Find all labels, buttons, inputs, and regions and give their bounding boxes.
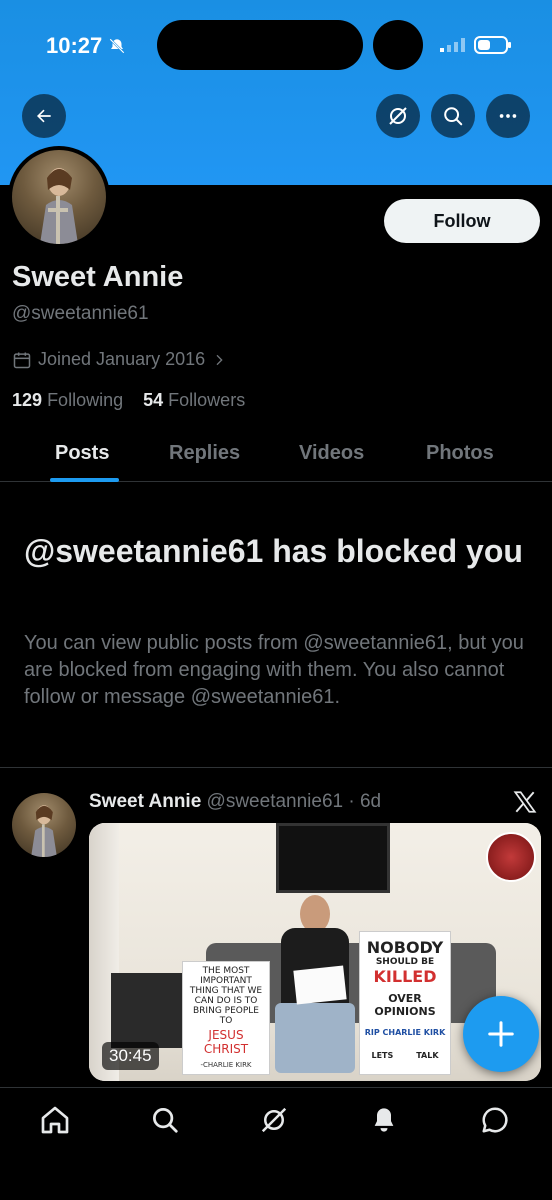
- sign-right: NOBODY SHOULD BE KILLED OVER OPINIONS RI…: [359, 931, 451, 1075]
- joined-label: Joined January 2016: [38, 349, 206, 369]
- blocked-description: You can view public posts from @sweetann…: [24, 632, 524, 708]
- following-link[interactable]: 129 Following: [12, 390, 123, 410]
- post-avatar[interactable]: [12, 793, 76, 857]
- sign-right-line6b: TALK: [416, 1051, 439, 1060]
- nav-grok[interactable]: [257, 1103, 291, 1137]
- post-header: Sweet Annie @sweetannie61 · 6d: [89, 791, 381, 813]
- search-icon: [444, 107, 463, 126]
- compose-button[interactable]: [463, 996, 539, 1072]
- calendar-icon: [13, 352, 31, 368]
- sign-right-line4: OVER OPINIONS: [374, 992, 436, 1018]
- status-time: 10:27: [46, 33, 103, 58]
- tab-replies[interactable]: Replies: [169, 442, 240, 465]
- camera-cutout: [373, 20, 423, 70]
- bell-off-icon: [109, 38, 125, 54]
- divider: [0, 767, 552, 768]
- status-bar: 10:27: [0, 0, 552, 90]
- follow-counts: 129 Following 54 Followers: [12, 390, 245, 411]
- followers-link[interactable]: 54 Followers: [143, 390, 245, 410]
- following-count: 129: [12, 390, 43, 410]
- blocked-title: @sweetannie61 has blocked you: [24, 533, 523, 569]
- home-icon: [41, 1106, 69, 1134]
- sign-left-signature: -CHARLIE KIRK: [200, 1061, 252, 1069]
- arrow-left-icon: [37, 109, 51, 123]
- nav-notifications[interactable]: [367, 1103, 401, 1137]
- active-tab-indicator: [50, 478, 119, 482]
- followers-count: 54: [143, 390, 164, 410]
- avatar-image: [12, 150, 106, 244]
- sign-right-line2: SHOULD BE: [375, 957, 435, 967]
- grok-button[interactable]: [376, 94, 420, 138]
- following-label: Following: [47, 390, 124, 410]
- sign-right-line5: RIP CHARLIE KIRK: [364, 1028, 446, 1037]
- video-duration: 30:45: [102, 1042, 159, 1070]
- follow-button[interactable]: Follow: [384, 199, 540, 243]
- followers-label: Followers: [168, 390, 246, 410]
- display-name: Sweet Annie: [12, 261, 184, 293]
- dynamic-island: [157, 20, 363, 70]
- nav-messages[interactable]: [478, 1103, 512, 1137]
- wall-art: [276, 823, 390, 893]
- grok-icon: [261, 1107, 287, 1133]
- profile-avatar[interactable]: [8, 146, 110, 248]
- sign-left: THE MOST IMPORTANT THING THAT WE CAN DO …: [182, 961, 270, 1075]
- post-author-name[interactable]: Sweet Annie: [89, 791, 201, 812]
- sign-left-highlight: JESUS CHRIST: [203, 1028, 249, 1056]
- sign-right-line3: KILLED: [373, 967, 437, 986]
- x-logo-icon: [513, 791, 537, 813]
- post-meta: @sweetannie61 · 6d: [206, 791, 382, 812]
- sign-right-line1: NOBODY: [366, 938, 444, 957]
- more-button[interactable]: [486, 94, 530, 138]
- signal-icon: [440, 38, 465, 52]
- sign-right-line6a: LETS: [371, 1051, 394, 1060]
- plus-icon: [488, 1021, 514, 1047]
- back-button[interactable]: [22, 94, 66, 138]
- channel-logo-badge: [486, 832, 536, 882]
- profile-tabs: Posts Replies Videos Photos: [0, 430, 552, 482]
- battery-icon: [474, 36, 511, 54]
- chevron-right-icon: [216, 354, 223, 365]
- sign-left-text: THE MOST IMPORTANT THING THAT WE CAN DO …: [189, 966, 263, 1026]
- sign-right-line6: LETS TALK: [360, 1051, 450, 1060]
- nav-search[interactable]: [148, 1103, 182, 1137]
- search-button[interactable]: [431, 94, 475, 138]
- tab-posts[interactable]: Posts: [55, 442, 109, 465]
- profile-handle: @sweetannie61: [12, 303, 149, 324]
- joined-date[interactable]: Joined January 2016: [12, 349, 227, 370]
- more-icon: [499, 114, 517, 118]
- nav-home[interactable]: [38, 1103, 72, 1137]
- tab-videos[interactable]: Videos: [299, 442, 364, 465]
- search-icon: [153, 1108, 178, 1133]
- grok-icon: [389, 107, 407, 125]
- notifications-icon: [374, 1108, 394, 1132]
- tab-photos[interactable]: Photos: [426, 442, 494, 465]
- messages-icon: [482, 1107, 508, 1133]
